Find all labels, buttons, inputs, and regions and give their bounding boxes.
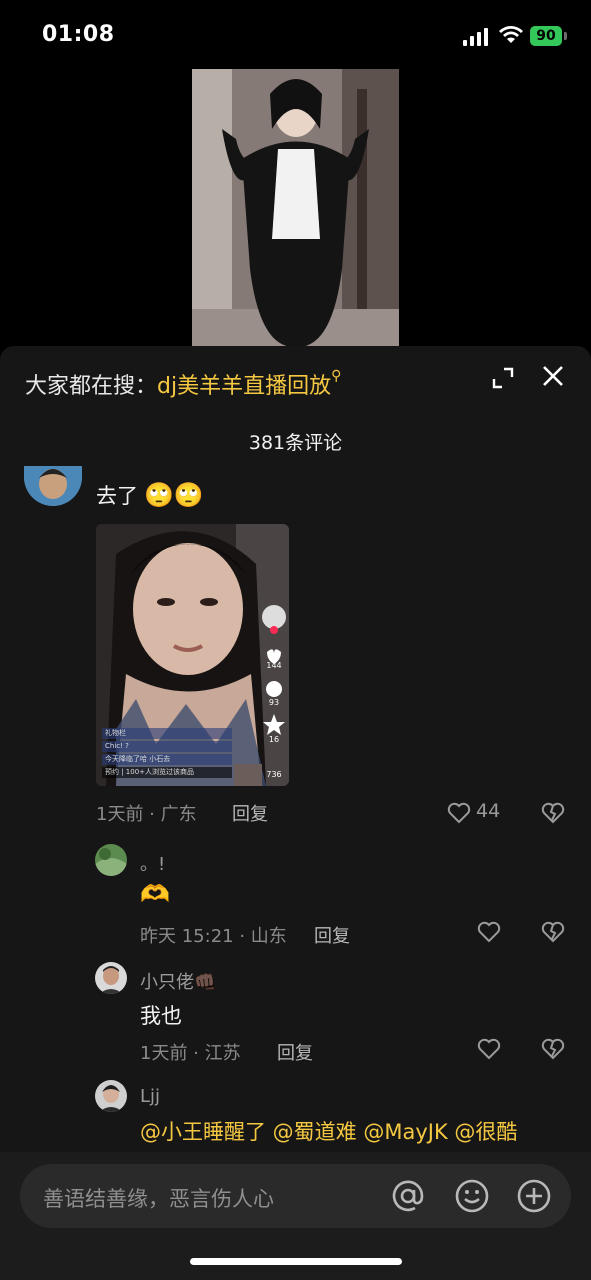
live-chat-line: 今天降临了哈 小石去 xyxy=(102,754,232,765)
reply-meta: 昨天 15:21 · 山东 xyxy=(140,926,287,947)
status-bar: 01:08 90 xyxy=(0,0,591,70)
status-time: 01:08 xyxy=(42,22,115,47)
heart-icon[interactable] xyxy=(476,1036,502,1062)
battery-tip xyxy=(564,32,567,40)
comment-image[interactable]: 144 93 16 736 礼物栏 Chic! ? 今天降临了哈 小石去 预约 … xyxy=(96,524,289,786)
reply-button[interactable]: 回复 xyxy=(314,922,350,948)
avatar[interactable] xyxy=(95,844,127,876)
live-chat-line: 礼物栏 xyxy=(102,728,232,739)
image-live-chat: 礼物栏 Chic! ? 今天降临了哈 小石去 预约 | 100+人浏览过该商品 xyxy=(102,728,232,778)
comment-emoji: 🙄🙄 xyxy=(144,481,204,509)
broken-heart-icon[interactable] xyxy=(540,919,566,945)
reply-meta: 1天前 · 江苏 xyxy=(140,1043,241,1064)
reply-author[interactable]: 小只佬👊🏿 xyxy=(140,968,216,994)
home-indicator[interactable] xyxy=(190,1258,402,1265)
live-chat-line: 预约 | 100+人浏览过该商品 xyxy=(102,767,232,778)
comment-text: 去了 🙄🙄 xyxy=(96,480,204,510)
heart-icon[interactable] xyxy=(476,919,502,945)
image-fav-count: 16 xyxy=(268,735,280,744)
avatar[interactable] xyxy=(95,1080,127,1112)
battery-icon: 90 xyxy=(530,26,562,46)
at-icon[interactable] xyxy=(390,1178,426,1214)
comment-input[interactable]: 善语结善缘，恶言伤人心 xyxy=(20,1164,571,1228)
close-icon[interactable] xyxy=(541,364,565,388)
reply-text: 我也 xyxy=(140,1004,182,1028)
avatar[interactable] xyxy=(24,466,82,506)
comment-meta: 1天前 · 广东 xyxy=(96,804,197,825)
expand-icon[interactable] xyxy=(491,366,515,390)
image-share-count: 736 xyxy=(266,770,282,779)
signal-icon xyxy=(463,28,489,46)
reply-author[interactable]: Ljj xyxy=(140,1086,160,1107)
comment-list[interactable]: 去了 🙄🙄 144 93 16 736 礼物栏 Chic! ? 今天降临了哈 小… xyxy=(0,464,591,1152)
live-chat-line: Chic! ? xyxy=(102,741,232,752)
reply-text: 🫶 xyxy=(140,880,170,908)
trending-search-keyword[interactable]: dj美羊羊直播回放 xyxy=(157,374,331,399)
reply-author-name: 小只佬 xyxy=(140,972,194,993)
reply-author[interactable]: 。! xyxy=(140,850,165,876)
reply-author-emoji: 👊🏿 xyxy=(194,972,217,993)
avatar[interactable] xyxy=(95,962,127,994)
comment-text-body: 去了 xyxy=(96,484,138,508)
image-comment-count: 93 xyxy=(268,698,280,707)
comment-input-placeholder: 善语结善缘，恶言伤人心 xyxy=(43,1187,274,1211)
comment-sheet: 大家都在搜：dj美羊羊直播回放⚲ 381条评论 去了 🙄🙄 144 93 16 … xyxy=(0,346,591,1280)
add-icon[interactable] xyxy=(516,1178,552,1214)
like-count: 44 xyxy=(476,800,501,822)
mention-list[interactable]: @小王睡醒了 @蜀道难 @MayJK @很酷 xyxy=(140,1116,517,1146)
video-thumbnail[interactable] xyxy=(192,69,399,347)
trending-search-prefix: 大家都在搜： xyxy=(25,374,158,399)
comment-count: 381条评论 xyxy=(248,432,343,454)
broken-heart-icon[interactable] xyxy=(540,1036,566,1062)
reply-button[interactable]: 回复 xyxy=(277,1039,313,1065)
broken-heart-icon[interactable] xyxy=(540,800,566,826)
image-like-count: 144 xyxy=(266,661,282,670)
heart-icon[interactable] xyxy=(446,800,472,826)
reply-button[interactable]: 回复 xyxy=(232,800,268,826)
wifi-icon xyxy=(499,26,523,43)
emoji-icon[interactable] xyxy=(454,1178,490,1214)
search-icon: ⚲ xyxy=(331,368,342,384)
trending-search[interactable]: 大家都在搜：dj美羊羊直播回放⚲ xyxy=(25,368,341,400)
